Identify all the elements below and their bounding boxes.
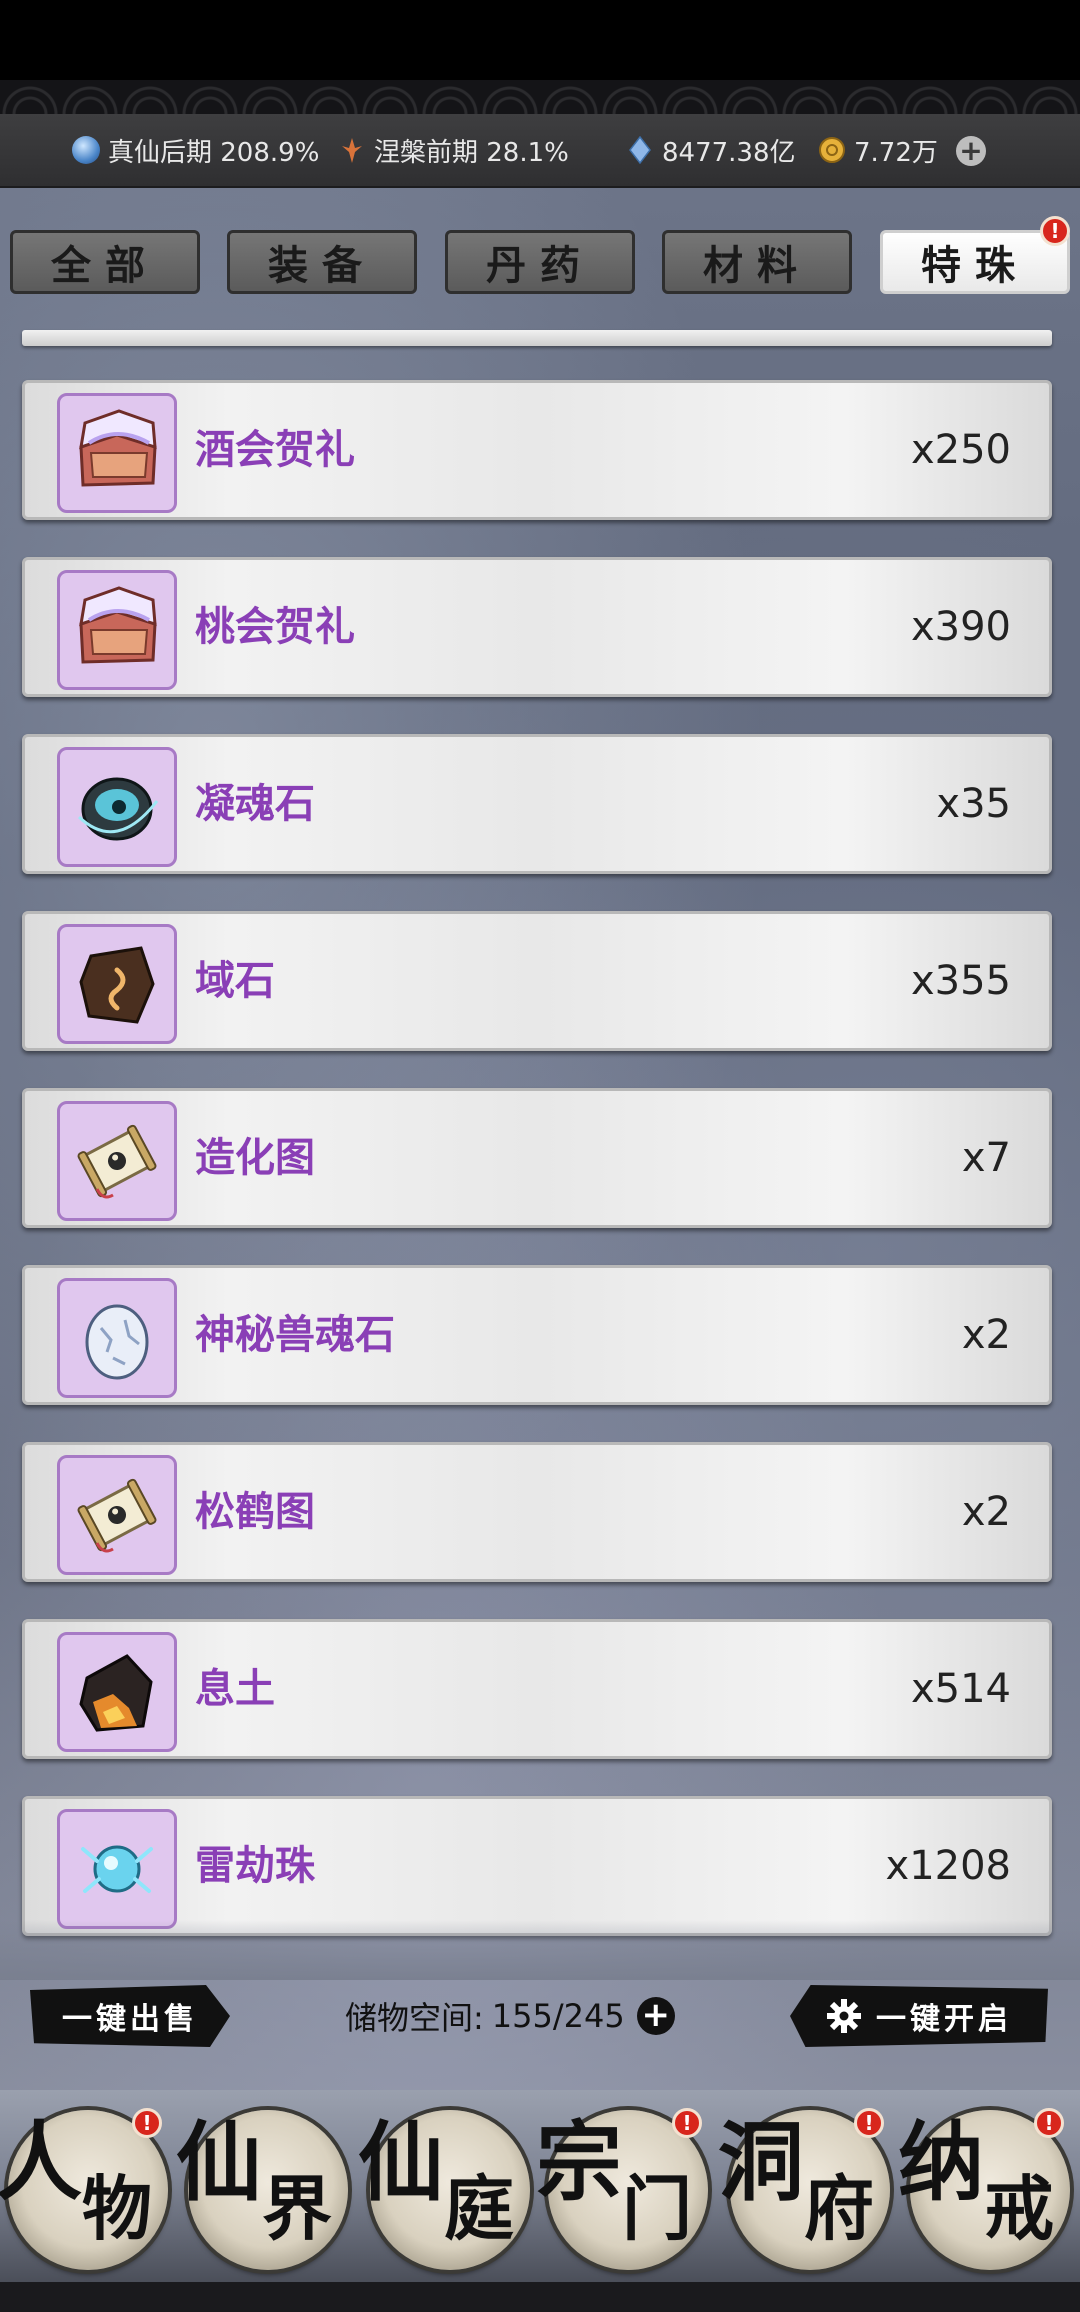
storage-value: 155/245: [491, 1997, 625, 2035]
list-top-divider: [22, 330, 1052, 346]
nav-label-char-1: 仙: [358, 2112, 444, 2213]
item-name: 桃会贺礼: [195, 604, 355, 650]
item-count: x390: [910, 604, 1011, 650]
item-name: 凝魂石: [195, 781, 315, 827]
tab-2[interactable]: 装备: [227, 230, 417, 294]
list-item[interactable]: 息土 x514: [22, 1619, 1052, 1759]
crystal-icon: [626, 136, 654, 164]
notification-badge: !: [854, 2108, 884, 2138]
storage-label: 储物空间:: [345, 1999, 484, 2037]
open-all-label: 一键开启: [876, 2002, 1012, 2037]
gift-chest-icon: [57, 570, 177, 690]
list-item[interactable]: 神秘兽魂石 x2: [22, 1265, 1052, 1405]
crystal-amount: 8477.38亿: [662, 137, 796, 168]
tab-label: 全部: [51, 242, 159, 289]
scroll-icon: [57, 1455, 177, 1575]
nav-label-char-1: 人: [0, 2112, 82, 2213]
item-name: 酒会贺礼: [195, 427, 355, 473]
item-count: x514: [910, 1666, 1011, 1712]
tab-label: 丹药: [486, 242, 594, 289]
domain-stone-icon: [57, 924, 177, 1044]
expand-storage-button[interactable]: +: [636, 1997, 675, 2035]
crystal-balance: 8477.38亿: [626, 114, 796, 186]
notification-badge: !: [672, 2108, 702, 2138]
storage-capacity: 储物空间: 155/245 +: [345, 1985, 675, 2047]
item-name: 息土: [195, 1666, 275, 1712]
thunder-orb-icon: [57, 1809, 177, 1929]
nav-label: 洞府: [718, 2110, 908, 2270]
nirvana-progress: 涅槃前期 28.1%: [338, 114, 569, 186]
nav-label: 宗门: [536, 2110, 726, 2270]
egg-stone-icon: [57, 1278, 177, 1398]
tab-1[interactable]: 全部: [10, 230, 200, 294]
nav-label-char-2: 庭: [444, 2167, 514, 2250]
add-currency-button[interactable]: +: [956, 136, 986, 166]
nav-label: 人物: [0, 2110, 186, 2270]
tab-label: 装备: [268, 242, 376, 289]
open-all-button[interactable]: 一键开启: [790, 1985, 1048, 2047]
nav-label-char-1: 洞: [718, 2112, 804, 2213]
soul-stone-icon: [57, 747, 177, 867]
notification-badge: !: [132, 2108, 162, 2138]
nav-label-char-2: 府: [804, 2167, 874, 2250]
notification-badge: !: [1034, 2108, 1064, 2138]
list-item[interactable]: 桃会贺礼 x390: [22, 557, 1052, 697]
nav-label-char-2: 戒: [984, 2167, 1054, 2250]
nav-label: 仙界: [176, 2110, 366, 2270]
item-count: x35: [936, 781, 1011, 827]
list-item[interactable]: 凝魂石 x35: [22, 734, 1052, 874]
scroll-icon: [57, 1101, 177, 1221]
gear-icon: [827, 1999, 861, 2033]
coin-amount: 7.72万: [854, 137, 938, 168]
inventory-screen: 真仙后期 208.9% 涅槃前期 28.1% 8477.38亿 7.72万 + …: [0, 0, 1080, 2312]
list-item[interactable]: 雷劫珠 x1208: [22, 1796, 1052, 1936]
item-name: 神秘兽魂石: [195, 1312, 395, 1358]
nav-label-char-1: 纳: [898, 2112, 984, 2213]
status-bar: [0, 0, 1080, 80]
resource-bar: 真仙后期 208.9% 涅槃前期 28.1% 8477.38亿 7.72万 +: [0, 114, 1080, 188]
nav-label-char-1: 宗: [536, 2112, 622, 2213]
list-item[interactable]: 域石 x355: [22, 911, 1052, 1051]
bottom-nav-edge: [0, 2282, 1080, 2312]
nav-label-char-2: 物: [82, 2167, 152, 2250]
tab-3[interactable]: 丹药: [445, 230, 635, 294]
gift-chest-icon: [57, 393, 177, 513]
list-item[interactable]: 造化图 x7: [22, 1088, 1052, 1228]
nav-button-3[interactable]: 仙庭: [358, 2110, 530, 2270]
item-count: x2: [961, 1489, 1011, 1535]
notification-badge: !: [1040, 216, 1070, 246]
item-count: x7: [961, 1135, 1011, 1181]
tab-label: 特珠: [921, 242, 1029, 289]
item-count: x2: [961, 1312, 1011, 1358]
nirvana-progress-text: 涅槃前期 28.1%: [374, 137, 569, 168]
nav-label-char-1: 仙: [176, 2112, 262, 2213]
item-name: 域石: [195, 958, 275, 1004]
tab-5[interactable]: 特珠: [880, 230, 1070, 294]
coin-icon: [818, 136, 846, 164]
list-item[interactable]: 酒会贺礼 x250: [22, 380, 1052, 520]
nav-label-char-2: 门: [622, 2167, 692, 2250]
realm-progress-text: 真仙后期 208.9%: [108, 137, 320, 168]
item-name: 造化图: [195, 1135, 315, 1181]
tab-label: 材料: [703, 242, 811, 289]
coin-balance: 7.72万: [818, 114, 938, 186]
list-fade: [0, 1920, 1080, 1980]
nav-label: 仙庭: [358, 2110, 548, 2270]
item-name: 松鹤图: [195, 1489, 315, 1535]
tab-4[interactable]: 材料: [662, 230, 852, 294]
item-count: x1208: [885, 1843, 1011, 1889]
nav-label-char-2: 界: [262, 2167, 332, 2250]
item-count: x355: [910, 958, 1011, 1004]
nav-button-2[interactable]: 仙界: [176, 2110, 348, 2270]
decorative-wave-border: [0, 80, 1080, 114]
item-name: 雷劫珠: [195, 1843, 315, 1889]
list-item[interactable]: 松鹤图 x2: [22, 1442, 1052, 1582]
realm-orb-icon: [72, 136, 100, 164]
sell-all-button[interactable]: 一键出售: [30, 1985, 230, 2047]
item-count: x250: [910, 427, 1011, 473]
flame-sword-icon: [338, 136, 366, 164]
ore-icon: [57, 1632, 177, 1752]
realm-progress: 真仙后期 208.9%: [72, 114, 319, 186]
